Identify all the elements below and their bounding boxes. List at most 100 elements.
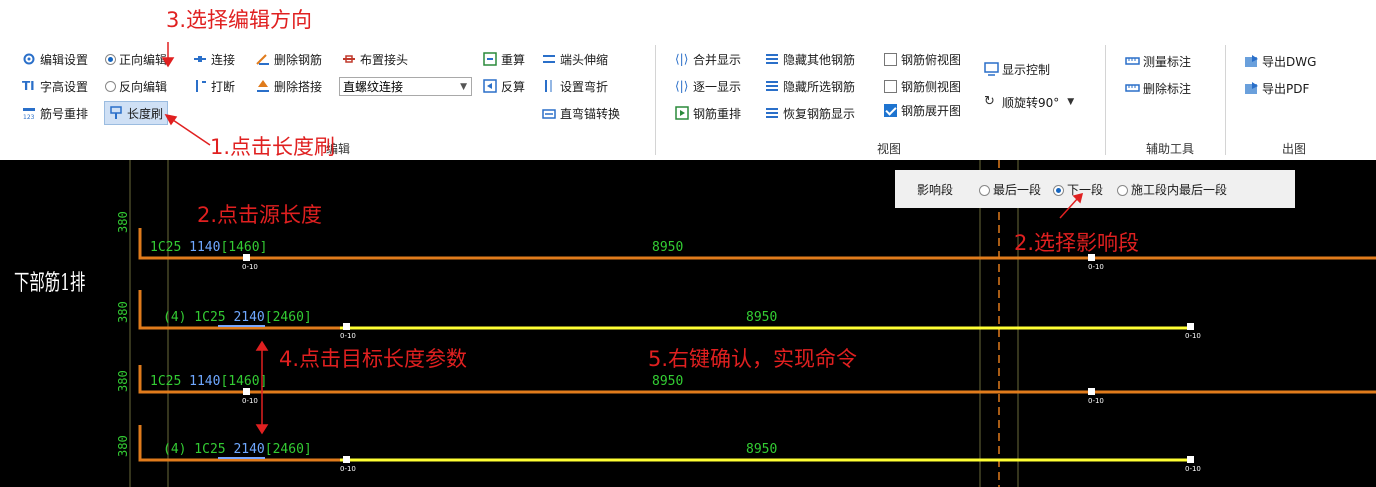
marker-label: 0-10 — [1088, 263, 1104, 271]
chevron-down-icon: ▼ — [1067, 97, 1075, 107]
annotation-step4: 4.点击目标长度参数 — [279, 347, 468, 371]
annotation-step5: 5.右键确认，实现命令 — [648, 347, 858, 371]
opt-next-radio[interactable]: 下一段 — [1053, 181, 1103, 198]
text-icon: TI — [22, 79, 35, 93]
rebar-spec: 1C25 1140[1460] — [150, 374, 268, 389]
hide-selected-button[interactable]: 隐藏所选钢筋 — [765, 76, 855, 96]
svg-text:123: 123 — [23, 114, 35, 120]
group-label-aux: 辅助工具 — [1146, 142, 1195, 156]
straight-bend-anchor-button[interactable]: 直弯锚转换 — [542, 103, 620, 123]
recalc-button[interactable]: 重算 — [483, 49, 525, 69]
ruler-icon — [1125, 54, 1140, 68]
restore-display-button[interactable]: 恢复钢筋显示 — [765, 103, 855, 123]
radio-icon — [979, 184, 991, 196]
back-calc-button[interactable]: 反算 — [483, 76, 525, 96]
top-view-checkbox[interactable]: 钢筋俯视图 — [884, 49, 961, 69]
anchor-icon — [542, 106, 557, 120]
checkbox-icon — [884, 79, 897, 93]
text-height-button[interactable]: TI 字高设置 — [22, 76, 88, 96]
span-length: 8950 — [746, 310, 778, 325]
delete-lap-icon — [256, 79, 271, 93]
renumber-button[interactable]: 123 筋号重排 — [22, 103, 88, 123]
radio-icon — [1117, 184, 1129, 196]
annotation-step2b: 2.选择影响段 — [1014, 231, 1140, 255]
opt-last-radio[interactable]: 最后一段 — [979, 181, 1041, 198]
renumber-icon: 123 — [22, 106, 37, 121]
back-calc-icon — [483, 79, 498, 93]
one-by-one-button[interactable]: ⟨|⟩ 逐一显示 — [675, 76, 741, 96]
delete-rebar-icon — [256, 52, 271, 66]
bend-icon — [542, 79, 557, 93]
reverse-edit-radio[interactable]: 反向编辑 — [105, 76, 167, 96]
rebar-spec: 1C25 1140[1460] — [150, 240, 268, 255]
span-length: 8950 — [652, 240, 684, 255]
unfold-view-checkbox[interactable]: 钢筋展开图 — [884, 100, 961, 120]
monitor-icon — [984, 62, 999, 76]
export-icon — [1244, 81, 1259, 95]
marker-label: 0-10 — [1185, 465, 1201, 473]
length-param[interactable]: 1140 — [189, 374, 220, 389]
influence-label: 影响段 — [917, 182, 954, 197]
checkbox-icon — [884, 52, 897, 66]
rotate-icon: ↻ — [984, 94, 995, 109]
export-dwg-button[interactable]: 导出DWG — [1244, 51, 1316, 71]
row-title: 下部筋1排 — [14, 271, 86, 296]
rebar-spec: (4) 1C25 2140[2460] — [163, 442, 312, 457]
hide-selected-icon — [765, 79, 780, 93]
influence-panel: 影响段 最后一段 下一段 施工段内最后一段 — [895, 170, 1295, 208]
length-param[interactable]: 2140 — [233, 310, 264, 325]
annotation-step1: 1.点击长度刷 — [210, 135, 336, 159]
set-bend-button[interactable]: 设置弯折 — [542, 76, 608, 96]
hide-other-icon — [765, 52, 780, 66]
group-label-view: 视图 — [877, 142, 902, 156]
delete-lap-button[interactable]: 删除搭接 — [256, 76, 322, 96]
export-pdf-button[interactable]: 导出PDF — [1244, 78, 1309, 98]
group-label-output: 出图 — [1282, 142, 1307, 156]
annotation-step2a: 2.点击源长度 — [197, 203, 323, 227]
one-by-one-icon: ⟨|⟩ — [675, 79, 689, 93]
renumber-icon — [675, 106, 690, 120]
side-view-checkbox[interactable]: 钢筋侧视图 — [884, 76, 961, 96]
vertical-dim: 380 — [116, 301, 130, 323]
marker-label: 0-10 — [1088, 397, 1104, 405]
edit-settings-button[interactable]: 编辑设置 — [22, 49, 88, 69]
break-button[interactable]: 打断 — [193, 76, 235, 96]
end-stretch-button[interactable]: 端头伸缩 — [542, 49, 608, 69]
delete-label-button[interactable]: 删除标注 — [1125, 78, 1191, 98]
length-brush-button[interactable]: 长度刷 — [104, 101, 169, 125]
length-param[interactable]: 2140 — [233, 442, 264, 457]
brush-icon — [109, 106, 124, 120]
measure-button[interactable]: 测量标注 — [1125, 51, 1191, 71]
display-control-button[interactable]: 显示控制 — [984, 59, 1050, 79]
checkbox-checked-icon — [884, 103, 897, 117]
rotate-button[interactable]: ↻ 顺旋转90° ▼ — [984, 92, 1074, 112]
marker-label: 0-10 — [340, 332, 356, 340]
recalc-icon — [483, 52, 498, 66]
chevron-down-icon: ▼ — [460, 82, 467, 92]
merge-icon: ⟨|⟩ — [675, 52, 689, 66]
delete-rebar-button[interactable]: 删除钢筋 — [256, 49, 322, 69]
rebar-renumber-button[interactable]: 钢筋重排 — [675, 103, 741, 123]
connect-icon — [193, 52, 208, 66]
vertical-dim: 380 — [116, 435, 130, 457]
length-param[interactable]: 1140 — [189, 240, 220, 255]
marker-label: 0-10 — [242, 397, 258, 405]
divider — [1105, 45, 1106, 155]
forward-edit-radio[interactable]: 正向编辑 — [105, 49, 167, 69]
opt-stage-last-radio[interactable]: 施工段内最后一段 — [1117, 181, 1227, 198]
connect-button[interactable]: 连接 — [193, 49, 235, 69]
radio-icon — [105, 80, 116, 92]
restore-icon — [765, 106, 780, 120]
annotation-step3: 3.选择编辑方向 — [166, 8, 313, 32]
hide-other-button[interactable]: 隐藏其他钢筋 — [765, 49, 855, 69]
ruler-icon — [1125, 81, 1140, 95]
place-joint-button[interactable]: 布置接头 — [342, 49, 408, 69]
marker-label: 0-10 — [340, 465, 356, 473]
span-length: 8950 — [652, 374, 684, 389]
joint-type-select[interactable]: 直螺纹连接 ▼ — [339, 77, 472, 96]
joint-icon — [342, 52, 357, 66]
merge-display-button[interactable]: ⟨|⟩ 合并显示 — [675, 49, 741, 69]
break-icon — [193, 79, 208, 93]
rebar-spec: (4) 1C25 2140[2460] — [163, 310, 312, 325]
vertical-dim: 380 — [116, 211, 130, 233]
